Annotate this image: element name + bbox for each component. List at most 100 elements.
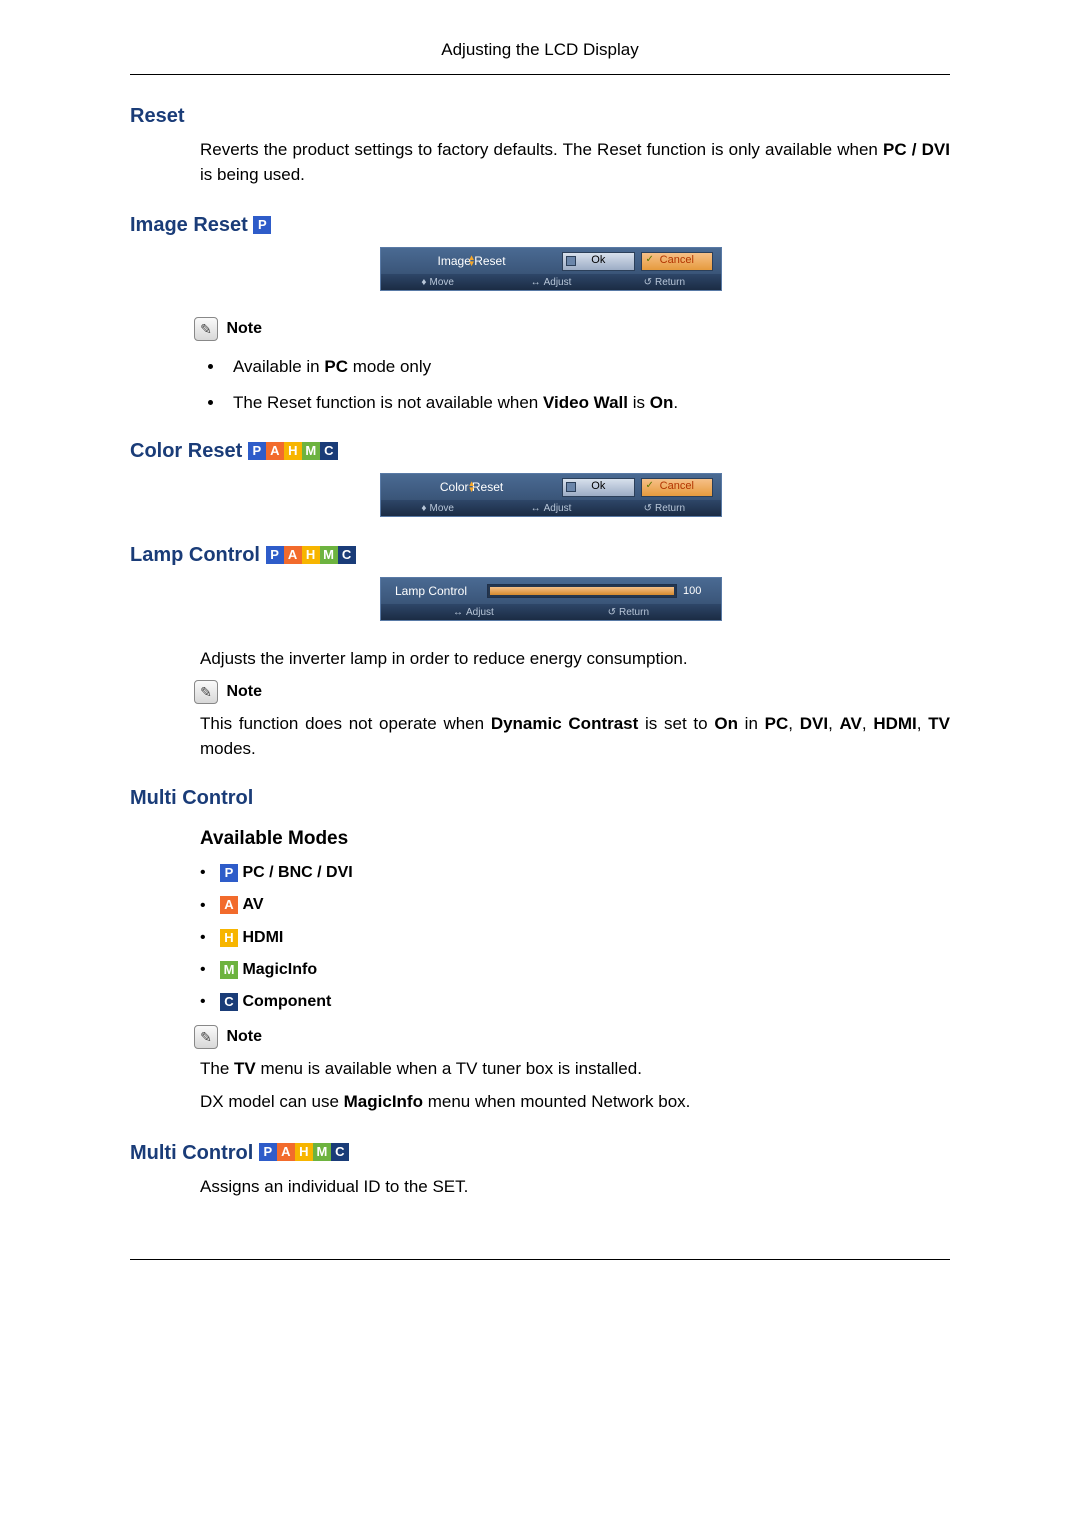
lamp-p2: This function does not operate when Dyna… bbox=[200, 712, 950, 761]
heading-color-reset-text: Color Reset bbox=[130, 440, 248, 462]
mode-label: Component bbox=[242, 993, 331, 1010]
osd-color-reset: ▲ Color Reset ▼ Ok Cancel ♦Move ↔Adjust … bbox=[380, 473, 950, 517]
a-icon: A bbox=[220, 896, 238, 914]
t: DVI bbox=[800, 714, 828, 733]
note-icon: ✎ bbox=[194, 317, 218, 341]
reset-text-a: Reverts the product settings to factory … bbox=[200, 140, 883, 159]
c-icon: C bbox=[320, 442, 338, 460]
t: mode only bbox=[348, 357, 431, 376]
footer-divider bbox=[130, 1259, 950, 1260]
t: in bbox=[738, 714, 765, 733]
arrow-down-icon: ▼ bbox=[468, 486, 476, 494]
ok-button[interactable]: Ok bbox=[562, 478, 634, 497]
note-icon: ✎ bbox=[194, 680, 218, 704]
m-icon: M bbox=[220, 961, 238, 979]
lamp-value: 100 bbox=[683, 585, 713, 597]
heading-reset: Reset bbox=[130, 105, 950, 128]
osd-hint-return: ↺Return bbox=[608, 277, 721, 288]
reset-text-b: PC / DVI bbox=[883, 140, 950, 159]
heading-lamp-control: Lamp Control PAHMC bbox=[130, 543, 950, 567]
bullet-0: Available in PC mode only bbox=[225, 357, 950, 377]
page-header: Adjusting the LCD Display bbox=[130, 40, 950, 68]
t: MagicInfo bbox=[344, 1092, 423, 1111]
lamp-note: ✎ Note bbox=[194, 680, 950, 704]
note-icon: ✎ bbox=[194, 1025, 218, 1049]
h-icon: H bbox=[220, 929, 238, 947]
lamp-slider[interactable] bbox=[487, 584, 677, 598]
note-label: Note bbox=[226, 1028, 262, 1045]
heading-multi-control-2: Multi Control PAHMC bbox=[130, 1141, 950, 1165]
c-icon: C bbox=[331, 1143, 349, 1161]
t: menu is available when a TV tuner box is… bbox=[256, 1059, 642, 1078]
t: This function does not operate when bbox=[200, 714, 491, 733]
t: PC bbox=[765, 714, 789, 733]
t: . bbox=[673, 393, 678, 412]
osd-title: ▲ Image Reset ▼ bbox=[381, 254, 562, 268]
reset-text: Reverts the product settings to factory … bbox=[200, 138, 950, 187]
mode-label: AV bbox=[242, 897, 263, 914]
arrow-down-icon: ▼ bbox=[468, 260, 476, 268]
osd-box: Lamp Control 100 ↔Adjust ↺Return bbox=[380, 577, 722, 621]
h-icon: H bbox=[284, 442, 302, 460]
slider-fill bbox=[490, 587, 674, 595]
mode-item: P PC / BNC / DVI bbox=[200, 864, 950, 882]
mode-item: A AV bbox=[200, 896, 950, 914]
t: The bbox=[200, 1059, 234, 1078]
osd-hint-return: ↺Return bbox=[608, 503, 721, 514]
osd-hint-move: ♦Move bbox=[381, 503, 494, 514]
heading-multi-control-2-text: Multi Control bbox=[130, 1142, 259, 1164]
t: AV bbox=[840, 714, 862, 733]
bullet-1: The Reset function is not available when… bbox=[225, 393, 950, 413]
osd-title: ▲ Color Reset ▼ bbox=[381, 480, 562, 494]
heading-available-modes: Available Modes bbox=[200, 828, 950, 850]
osd-title: Lamp Control bbox=[381, 584, 481, 598]
header-divider bbox=[130, 74, 950, 75]
t: Available in bbox=[233, 357, 324, 376]
note-label: Note bbox=[226, 683, 262, 700]
osd-box: ▲ Color Reset ▼ Ok Cancel ♦Move ↔Adjust … bbox=[380, 473, 722, 517]
ok-button[interactable]: Ok bbox=[562, 252, 634, 271]
osd-box: ▲ Image Reset ▼ Ok Cancel ♦Move ↔Adjust … bbox=[380, 247, 722, 291]
t: is bbox=[628, 393, 650, 412]
c-icon: C bbox=[220, 993, 238, 1011]
t: PC bbox=[324, 357, 348, 376]
t: HDMI bbox=[873, 714, 916, 733]
mode-item: C Component bbox=[200, 993, 950, 1011]
heading-color-reset: Color Reset PAHMC bbox=[130, 439, 950, 463]
t: On bbox=[650, 393, 674, 412]
t: is set to bbox=[638, 714, 714, 733]
osd-hint-adjust: ↔Adjust bbox=[494, 277, 607, 288]
mode-label: HDMI bbox=[242, 929, 283, 946]
heading-lamp-control-text: Lamp Control bbox=[130, 544, 266, 566]
image-reset-note: ✎ Note bbox=[194, 317, 950, 341]
mode-item: H HDMI bbox=[200, 929, 950, 947]
t: , bbox=[917, 714, 928, 733]
mode-label: PC / BNC / DVI bbox=[242, 864, 352, 881]
osd-hint-move: ♦Move bbox=[381, 277, 494, 288]
note-label: Note bbox=[226, 320, 262, 337]
t: Video Wall bbox=[543, 393, 628, 412]
osd-title-text: Lamp Control bbox=[395, 584, 467, 598]
multi-p1: The TV menu is available when a TV tuner… bbox=[200, 1057, 950, 1082]
m-icon: M bbox=[302, 442, 320, 460]
a-icon: A bbox=[266, 442, 284, 460]
image-reset-bullets: Available in PC mode only The Reset func… bbox=[225, 357, 950, 413]
t: DX model can use bbox=[200, 1092, 344, 1111]
page: Adjusting the LCD Display Reset Reverts … bbox=[110, 0, 970, 1340]
p-icon: P bbox=[266, 546, 284, 564]
reset-text-c: is being used. bbox=[200, 165, 305, 184]
cancel-button[interactable]: Cancel bbox=[641, 478, 713, 497]
c-icon: C bbox=[338, 546, 356, 564]
lamp-p1: Adjusts the inverter lamp in order to re… bbox=[200, 647, 950, 672]
heading-multi-control: Multi Control bbox=[130, 787, 950, 810]
osd-image-reset: ▲ Image Reset ▼ Ok Cancel ♦Move ↔Adjust … bbox=[380, 247, 950, 291]
cancel-button[interactable]: Cancel bbox=[641, 252, 713, 271]
osd-hint-return: ↺Return bbox=[551, 607, 721, 618]
osd-lamp-control: Lamp Control 100 ↔Adjust ↺Return bbox=[380, 577, 950, 621]
mode-item: M MagicInfo bbox=[200, 961, 950, 979]
available-modes-list: P PC / BNC / DVI A AV H HDMI M MagicInfo… bbox=[200, 864, 950, 1011]
mode-label: MagicInfo bbox=[242, 961, 317, 978]
h-icon: H bbox=[302, 546, 320, 564]
t: The Reset function is not available when bbox=[233, 393, 543, 412]
p-icon: P bbox=[253, 216, 271, 234]
